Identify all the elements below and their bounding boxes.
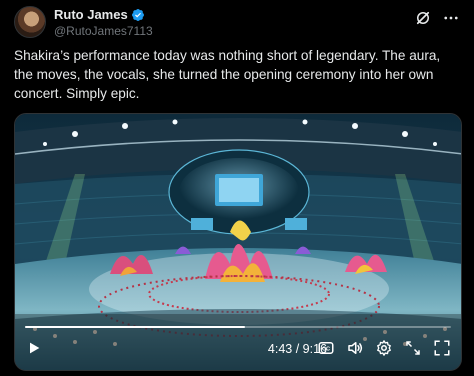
captions-icon[interactable]: CC	[317, 339, 335, 357]
video-player[interactable]: 4:43 / 9:16 CC	[14, 113, 462, 371]
header-actions	[414, 9, 460, 27]
video-controls: 4:43 / 9:16 CC	[15, 336, 461, 362]
author-handle[interactable]: @RutoJames7113	[54, 24, 153, 38]
avatar[interactable]	[14, 6, 46, 38]
volume-icon[interactable]	[346, 339, 364, 357]
more-icon[interactable]	[442, 9, 460, 27]
play-icon[interactable]	[26, 340, 42, 356]
video-control-icons: CC	[317, 339, 451, 357]
settings-icon[interactable]	[375, 339, 393, 357]
post-header: Ruto James @RutoJames7113	[14, 6, 460, 40]
video-progress-fill	[25, 326, 245, 328]
author-name-row: Ruto James	[54, 7, 145, 22]
author-name[interactable]: Ruto James	[54, 7, 128, 22]
video-progress-bar[interactable]	[25, 326, 451, 328]
expand-icon[interactable]	[433, 339, 451, 357]
verified-badge-icon	[131, 8, 144, 21]
fullscreen-icon[interactable]	[404, 339, 422, 357]
grok-icon[interactable]	[414, 9, 432, 27]
captions-label: CC	[322, 347, 330, 353]
video-frame	[15, 114, 461, 370]
post-text: Shakira’s performance today was nothing …	[14, 48, 441, 101]
